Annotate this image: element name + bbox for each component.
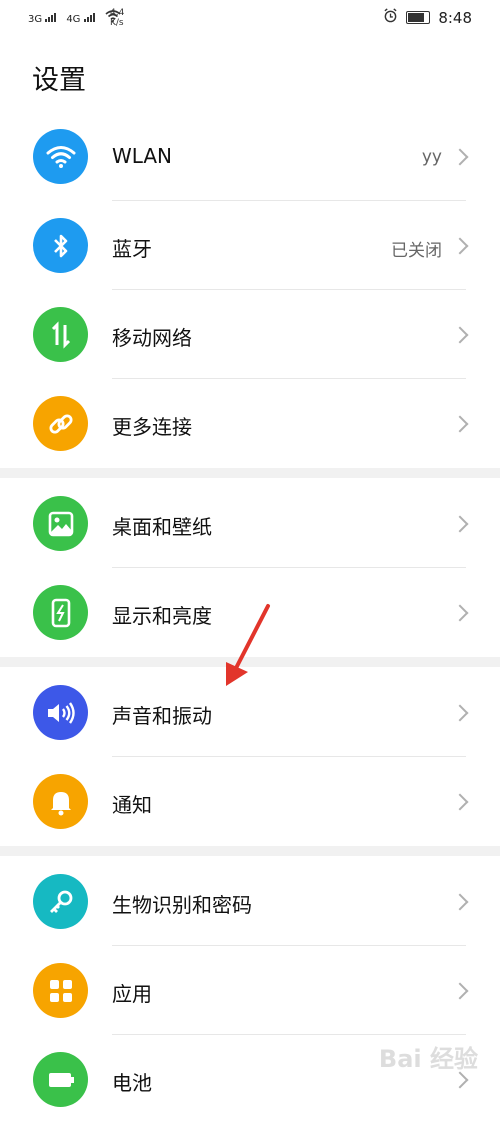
settings-item-label: 移动网络 — [112, 326, 192, 350]
mobile-data-icon — [33, 307, 88, 362]
settings-item-10[interactable]: 应用 — [0, 946, 500, 1035]
chevron-right-icon — [451, 893, 469, 911]
chevron-right-icon — [451, 148, 469, 166]
settings-item-8[interactable]: 通知 — [0, 757, 500, 846]
section-gap — [0, 468, 500, 478]
section-gap — [0, 846, 500, 856]
chevron-right-icon — [451, 982, 469, 1000]
settings-item-label: 生物识别和密码 — [112, 893, 252, 917]
battery-icon — [33, 1052, 88, 1107]
settings-item-label: 显示和亮度 — [112, 604, 212, 628]
network-type-2: 4G — [66, 14, 81, 25]
chevron-right-icon — [451, 1071, 469, 1089]
chevron-right-icon — [451, 704, 469, 722]
display-icon — [33, 585, 88, 640]
settings-item-5[interactable]: 桌面和壁纸 — [0, 479, 500, 568]
wifi-icon — [33, 129, 88, 184]
settings-item-label: 通知 — [112, 793, 152, 817]
chevron-right-icon — [451, 237, 469, 255]
bluetooth-icon — [33, 218, 88, 273]
apps-icon — [33, 963, 88, 1018]
settings-item-label: 电池 — [112, 1071, 152, 1095]
status-bar: 3G 4G 4.4 K/s 8:48 — [0, 0, 500, 40]
settings-item-9[interactable]: 生物识别和密码 — [0, 857, 500, 946]
settings-item-value: 已关闭 — [391, 241, 442, 261]
battery-status-icon — [406, 11, 431, 24]
chevron-right-icon — [451, 793, 469, 811]
link-icon — [33, 396, 88, 451]
settings-item-label: 应用 — [112, 982, 152, 1006]
chevron-right-icon — [451, 604, 469, 622]
signal-icon-2 — [83, 13, 95, 22]
settings-item-label: 蓝牙 — [112, 237, 152, 261]
settings-item-label: 更多连接 — [112, 415, 192, 439]
annotation-arrow-icon — [226, 604, 270, 686]
chevron-right-icon — [451, 326, 469, 344]
network-speed: 4.4 K/s — [110, 8, 124, 28]
settings-item-1[interactable]: WLAN yy — [0, 112, 500, 201]
signal-3g: 3G — [28, 13, 57, 25]
settings-item-label: 声音和振动 — [112, 704, 212, 728]
status-left: 3G 4G — [28, 10, 121, 25]
chevron-right-icon — [451, 415, 469, 433]
signal-icon-1 — [45, 13, 57, 22]
clock: 8:48 — [438, 8, 472, 27]
settings-item-label: WLAN — [112, 144, 173, 168]
settings-item-label: 桌面和壁纸 — [112, 515, 212, 539]
chevron-right-icon — [451, 515, 469, 533]
settings-item-4[interactable]: 更多连接 — [0, 379, 500, 468]
signal-4g: 4G — [66, 13, 95, 25]
bell-icon — [33, 774, 88, 829]
key-icon — [33, 874, 88, 929]
sound-icon — [33, 685, 88, 740]
wallpaper-icon — [33, 496, 88, 551]
page-title: 设置 — [32, 65, 86, 96]
watermark-logo: Bai 经验 — [378, 1045, 478, 1073]
speed-value: 4.4 — [110, 8, 125, 18]
speed-unit: K/s — [110, 18, 124, 28]
alarm-icon — [383, 8, 398, 27]
network-type-1: 3G — [28, 14, 43, 25]
settings-item-3[interactable]: 移动网络 — [0, 290, 500, 379]
status-right: 8:48 — [383, 8, 472, 27]
settings-item-2[interactable]: 蓝牙 已关闭 — [0, 201, 500, 290]
settings-item-value: yy — [421, 147, 442, 167]
